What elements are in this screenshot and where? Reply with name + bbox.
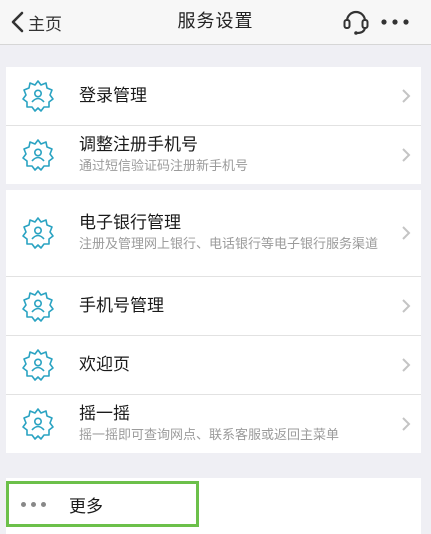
chevron-right-icon bbox=[402, 417, 411, 431]
row-title: 手机号管理 bbox=[79, 296, 164, 316]
row-title: 电子银行管理 bbox=[79, 213, 181, 233]
gear-icon bbox=[22, 408, 54, 440]
row-subtitle: 摇一摇即可查询网点、联系客服或返回主菜单 bbox=[79, 428, 340, 443]
chevron-right-icon bbox=[402, 299, 411, 313]
row-subtitle: 注册及管理网上银行、电话银行等电子银行服务渠道 bbox=[79, 237, 379, 252]
row-title: 登录管理 bbox=[79, 86, 147, 106]
gear-icon bbox=[22, 139, 54, 171]
more-label: 更多 bbox=[69, 496, 103, 517]
gear-icon bbox=[22, 349, 54, 381]
settings-group-2: 电子银行管理 注册及管理网上银行、电话银行等电子银行服务渠道 手机号管理 欢迎页 bbox=[6, 190, 421, 453]
gear-icon bbox=[22, 217, 54, 249]
settings-row-phone-management[interactable]: 手机号管理 bbox=[6, 277, 421, 336]
chevron-right-icon bbox=[402, 358, 411, 372]
gear-icon bbox=[22, 290, 54, 322]
row-subtitle: 通过短信验证码注册新手机号 bbox=[79, 159, 249, 174]
chevron-right-icon bbox=[402, 226, 411, 240]
settings-group-1: 登录管理 调整注册手机号 通过短信验证码注册新手机号 bbox=[6, 67, 421, 184]
chevron-right-icon bbox=[402, 89, 411, 103]
row-title: 调整注册手机号 bbox=[79, 135, 198, 155]
chevron-right-icon bbox=[402, 148, 411, 162]
settings-row-change-phone[interactable]: 调整注册手机号 通过短信验证码注册新手机号 bbox=[6, 126, 421, 184]
nav-bar: 主页 服务设置 bbox=[0, 0, 431, 45]
settings-row-login-management[interactable]: 登录管理 bbox=[6, 67, 421, 126]
row-title: 摇一摇 bbox=[79, 404, 130, 424]
row-title: 欢迎页 bbox=[79, 355, 130, 375]
more-bar: 更多 bbox=[6, 478, 421, 534]
settings-row-shake[interactable]: 摇一摇 摇一摇即可查询网点、联系客服或返回主菜单 bbox=[6, 395, 421, 453]
customer-service-icon[interactable] bbox=[342, 7, 370, 37]
settings-row-welcome-page[interactable]: 欢迎页 bbox=[6, 336, 421, 395]
settings-row-ebank-management[interactable]: 电子银行管理 注册及管理网上银行、电话银行等电子银行服务渠道 bbox=[6, 190, 421, 277]
more-button[interactable]: 更多 bbox=[6, 481, 199, 527]
gear-icon bbox=[22, 80, 54, 112]
ellipsis-icon bbox=[21, 501, 51, 507]
more-icon[interactable] bbox=[378, 7, 412, 37]
